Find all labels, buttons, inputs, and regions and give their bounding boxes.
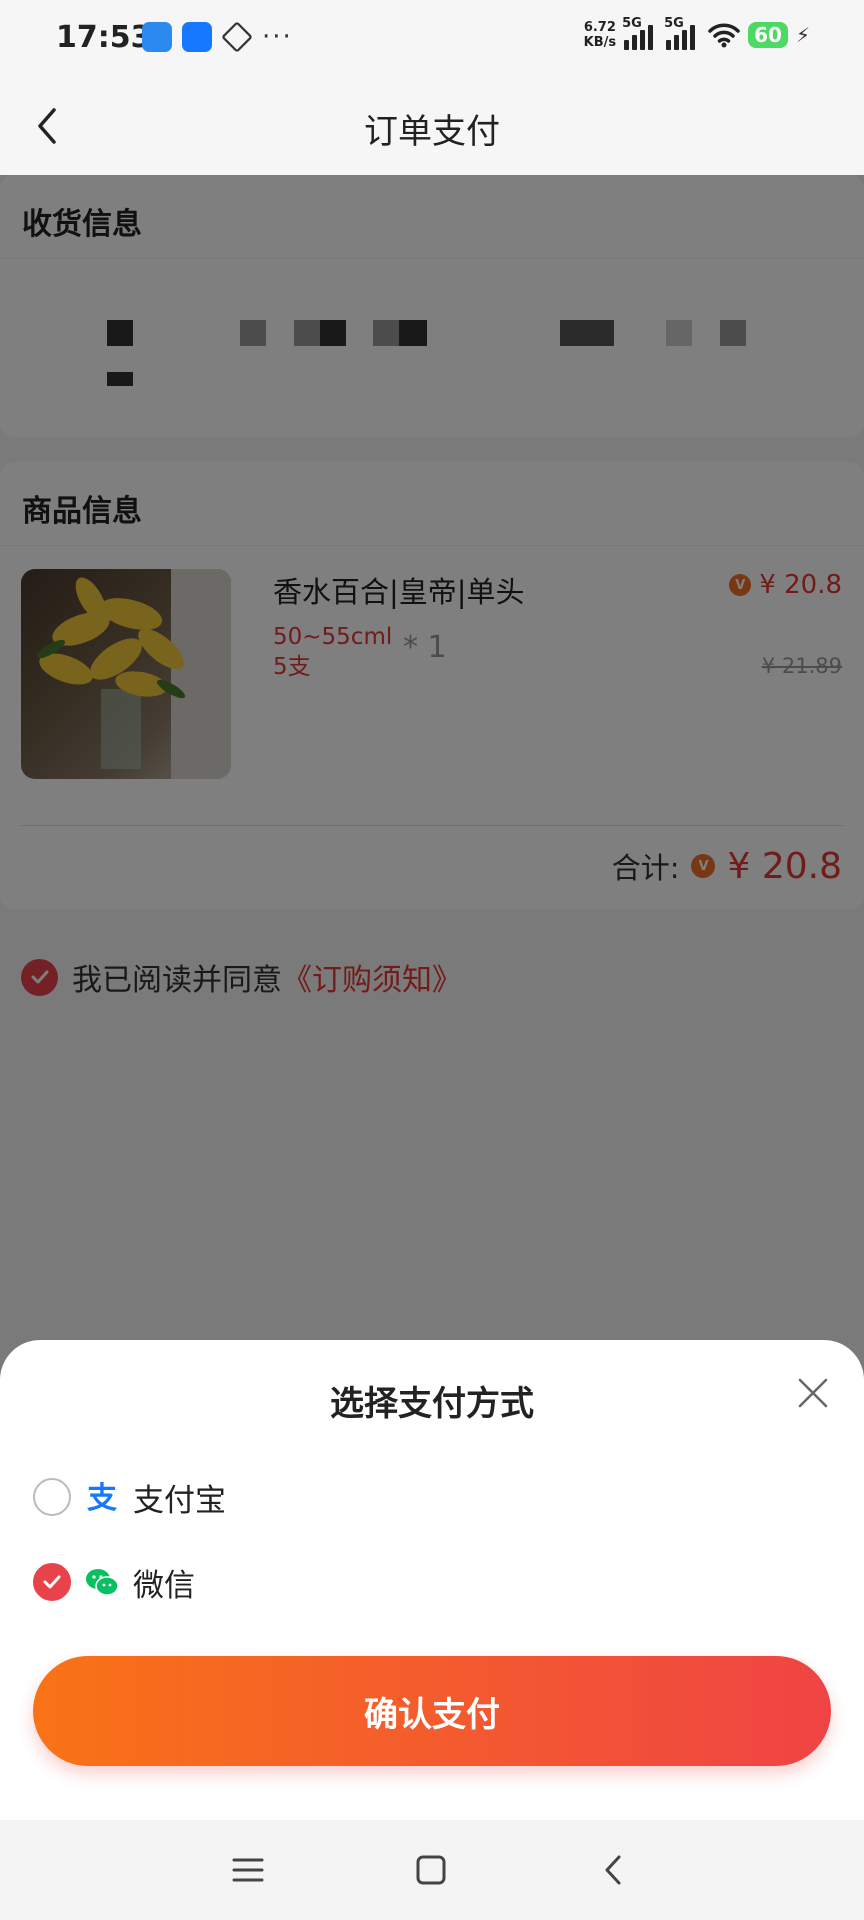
network-speed-unit: KB/s bbox=[583, 35, 617, 50]
alipay-label: 支付宝 bbox=[133, 1482, 226, 1519]
page-title: 订单支付 bbox=[364, 112, 500, 152]
payment-sheet-title: 选择支付方式 bbox=[330, 1384, 534, 1424]
wifi-icon bbox=[708, 23, 740, 48]
payment-option-alipay[interactable]: 支 支付宝 bbox=[33, 1475, 226, 1519]
more-notifications-icon: ··· bbox=[262, 22, 293, 52]
tplink-app-icon bbox=[142, 22, 172, 52]
signal-sim2-icon: 5G bbox=[664, 16, 700, 50]
signal-sim1-icon: 5G bbox=[622, 16, 658, 50]
network-speed: 6.72 KB/s bbox=[584, 20, 616, 50]
status-time: 17:53 bbox=[56, 20, 152, 55]
notification-icons: ··· bbox=[142, 21, 293, 53]
confirm-payment-button[interactable]: 确认支付 bbox=[33, 1656, 831, 1766]
nav-bar: 订单支付 bbox=[0, 78, 864, 175]
system-back-icon[interactable] bbox=[597, 1852, 633, 1888]
alipay-icon: 支 bbox=[87, 1481, 117, 1514]
home-icon[interactable] bbox=[413, 1852, 449, 1888]
close-icon[interactable] bbox=[796, 1376, 830, 1410]
svg-text:支: 支 bbox=[87, 1481, 117, 1514]
alipay-radio[interactable] bbox=[33, 1478, 71, 1516]
network-speed-value: 6.72 bbox=[583, 20, 616, 35]
payment-option-wechat[interactable]: 微信 bbox=[33, 1560, 195, 1604]
wechat-radio[interactable] bbox=[33, 1563, 71, 1601]
wechat-label: 微信 bbox=[133, 1567, 195, 1604]
menu-icon[interactable] bbox=[230, 1852, 266, 1888]
system-nav-bar bbox=[0, 1820, 864, 1920]
status-bar: 17:53 ··· 6.72 KB/s 5G 5G 60 ⚡ bbox=[0, 0, 864, 78]
battery-indicator: 60 bbox=[748, 22, 788, 48]
sim1-label: 5G bbox=[622, 16, 642, 31]
check-icon bbox=[43, 1575, 61, 1589]
diamond-app-icon bbox=[221, 21, 253, 53]
feishu-app-icon bbox=[182, 22, 212, 52]
charging-icon: ⚡ bbox=[795, 23, 810, 47]
wechat-icon bbox=[86, 1569, 119, 1596]
payment-sheet: 选择支付方式 支 支付宝 微信 确认支付 bbox=[0, 1340, 864, 1820]
status-indicators: 6.72 KB/s 5G 5G 60 ⚡ bbox=[584, 16, 810, 50]
sim2-label: 5G bbox=[664, 16, 684, 31]
